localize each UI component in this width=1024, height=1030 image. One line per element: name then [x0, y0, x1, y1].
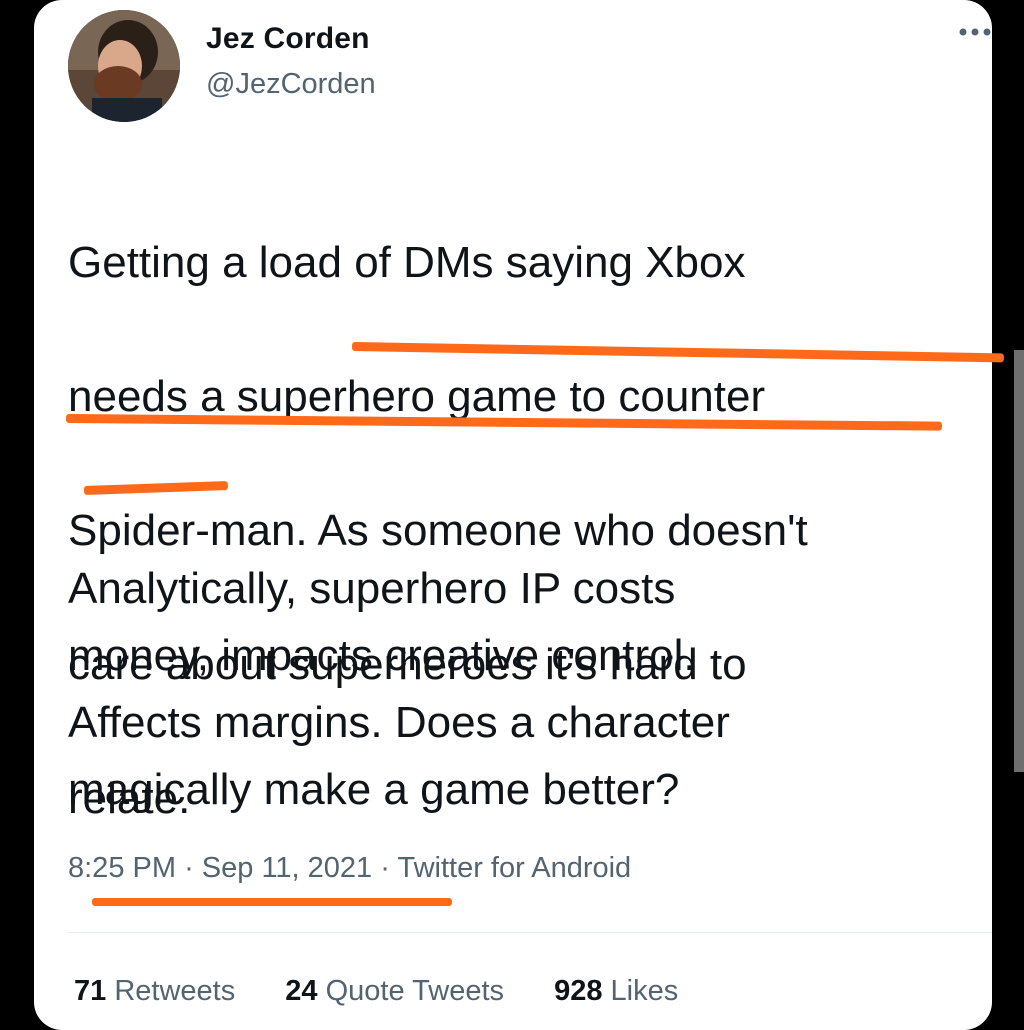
retweets-stat[interactable]: 71 Retweets: [74, 975, 243, 1007]
tweet-card: Jez Corden @JezCorden Getting a load of …: [34, 0, 992, 1030]
tweet-text-line: Affects margins. Does a character: [68, 698, 730, 747]
quote-tweets-stat[interactable]: 24 Quote Tweets: [285, 975, 512, 1007]
tweet-time[interactable]: 8:25 PM: [68, 852, 176, 884]
tweet-text-line: magically make a game better?: [68, 765, 680, 814]
likes-stat[interactable]: 928 Likes: [554, 975, 678, 1007]
quote-tweets-label: Quote Tweets: [325, 975, 505, 1007]
likes-label: Likes: [610, 975, 679, 1007]
avatar-image: [68, 10, 180, 122]
retweets-label: Retweets: [114, 975, 236, 1007]
tweet-text-line: Spider-man. As someone who doesn't: [68, 506, 808, 555]
tweet-body-paragraph-2: Analytically, superhero IP costs money, …: [68, 555, 968, 823]
meta-separator: ·: [184, 852, 194, 884]
avatar[interactable]: [68, 10, 180, 122]
scrollbar[interactable]: [1014, 350, 1024, 772]
tweet-stats: 71 Retweets 24 Quote Tweets 928 Likes: [74, 975, 720, 1008]
author-display-name[interactable]: Jez Corden: [206, 22, 370, 56]
divider: [68, 932, 992, 933]
tweet-meta: 8:25 PM · Sep 11, 2021 · Twitter for And…: [68, 852, 631, 885]
author-handle[interactable]: @JezCorden: [206, 68, 376, 101]
quote-tweets-count: 24: [285, 975, 318, 1007]
more-options-icon[interactable]: [958, 26, 992, 38]
tweet-source[interactable]: Twitter for Android: [397, 852, 631, 884]
likes-count: 928: [554, 975, 603, 1007]
tweet-text-line: money, impacts creative control.: [68, 631, 696, 680]
meta-separator: ·: [380, 852, 390, 884]
tweet-text-line: Getting a load of DMs saying Xbox: [68, 238, 746, 287]
retweets-count: 71: [74, 975, 107, 1007]
highlight-underline: [92, 898, 452, 906]
tweet-text-line: Analytically, superhero IP costs: [68, 564, 676, 613]
tweet-date[interactable]: Sep 11, 2021: [202, 852, 372, 884]
